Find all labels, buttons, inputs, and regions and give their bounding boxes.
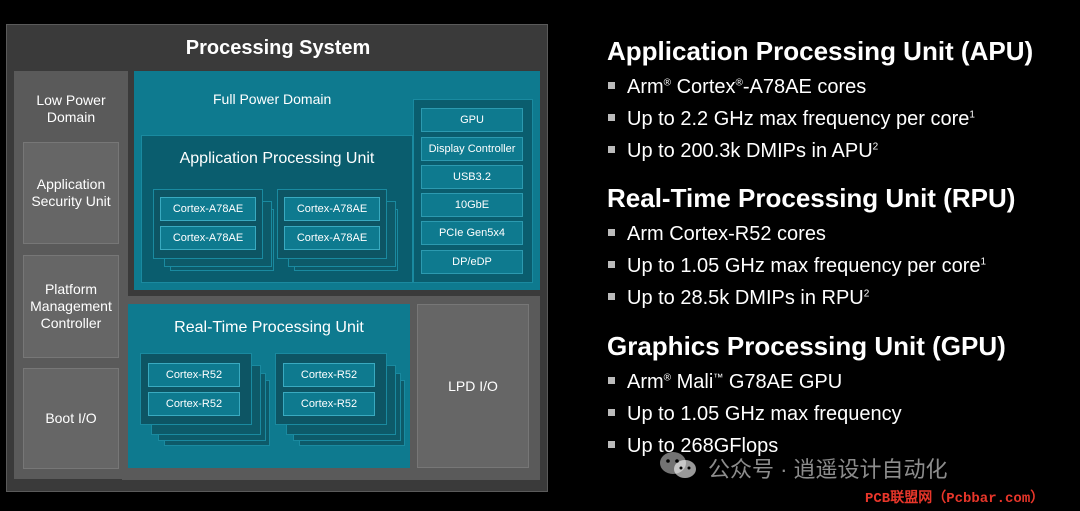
bullet-square-icon [608,229,615,237]
gpu-peripheral: GPU [421,108,523,132]
pcie-peripheral: PCIe Gen5x4 [421,221,523,245]
apu-bullet-1: Arm® Cortex®-A78AE cores [608,76,866,99]
dp-edp-peripheral: DP/eDP [421,250,523,274]
ethernet-peripheral: 10GbE [421,193,523,217]
full-power-domain-label: Full Power Domain [213,91,332,107]
bullet-square-icon [608,441,615,449]
cortex-r52-core: Cortex-R52 [283,363,375,387]
cortex-a78ae-core: Cortex-A78AE [284,197,380,221]
cortex-a78ae-core: Cortex-A78AE [160,197,256,221]
usb-peripheral: USB3.2 [421,165,523,189]
bullet-square-icon [608,293,615,301]
apu-label: Application Processing Unit [179,150,375,167]
rpu-label: Real-Time Processing Unit [174,319,364,336]
rpu-bullet-3: Up to 28.5k DMIPs in RPU2 [608,287,869,310]
gpu-bullet-1: Arm® Mali™ G78AE GPU [608,371,842,394]
cortex-r52-core: Cortex-R52 [283,392,375,416]
gpu-heading: Graphics Processing Unit (GPU) [607,331,1006,361]
pmc-label: Platform Management Controller [30,281,112,331]
platform-management-controller: Platform Management Controller [23,255,119,358]
lpd-io-block: LPD I/O [417,304,529,468]
bullet-square-icon [608,261,615,269]
apu-bullet-3: Up to 200.3k DMIPs in APU2 [608,140,878,163]
lpd-io-label: LPD I/O [448,378,498,394]
gpu-bullet-2: Up to 1.05 GHz max frequency [608,403,902,426]
cortex-a78ae-core: Cortex-A78AE [160,226,256,250]
cortex-r52-core: Cortex-R52 [148,392,240,416]
display-controller-peripheral: Display Controller [421,137,523,161]
wechat-logo-icon [658,450,698,482]
cortex-a78ae-core: Cortex-A78AE [284,226,380,250]
rpu-heading: Real-Time Processing Unit (RPU) [607,183,1016,213]
bullet-square-icon [608,114,615,122]
apu-heading: Application Processing Unit (APU) [607,36,1034,66]
cortex-r52-core: Cortex-R52 [148,363,240,387]
bullet-square-icon [608,146,615,154]
bullet-square-icon [608,82,615,90]
asu-label: Application Security Unit [31,176,111,209]
application-security-unit: Application Security Unit [23,142,119,244]
bullet-square-icon [608,409,615,417]
bullet-square-icon [608,377,615,385]
processing-system-block: Processing System Low Power Domain Appli… [6,24,548,492]
rpu-bullet-2: Up to 1.05 GHz max frequency per core1 [608,255,986,278]
processing-system-title: Processing System [185,37,371,59]
boot-io-block: Boot I/O [23,368,119,469]
rpu-bullet-1: Arm Cortex-R52 cores [608,223,826,246]
site-watermark: PCB联盟网（Pcbbar.com） [865,491,1045,507]
watermark-text: 公众号 · 逍遥设计自动化 [708,457,948,482]
boot-io-label: Boot I/O [45,410,97,426]
low-power-domain-label: Low Power Domain [36,92,106,125]
apu-bullet-2: Up to 2.2 GHz max frequency per core1 [608,108,975,131]
